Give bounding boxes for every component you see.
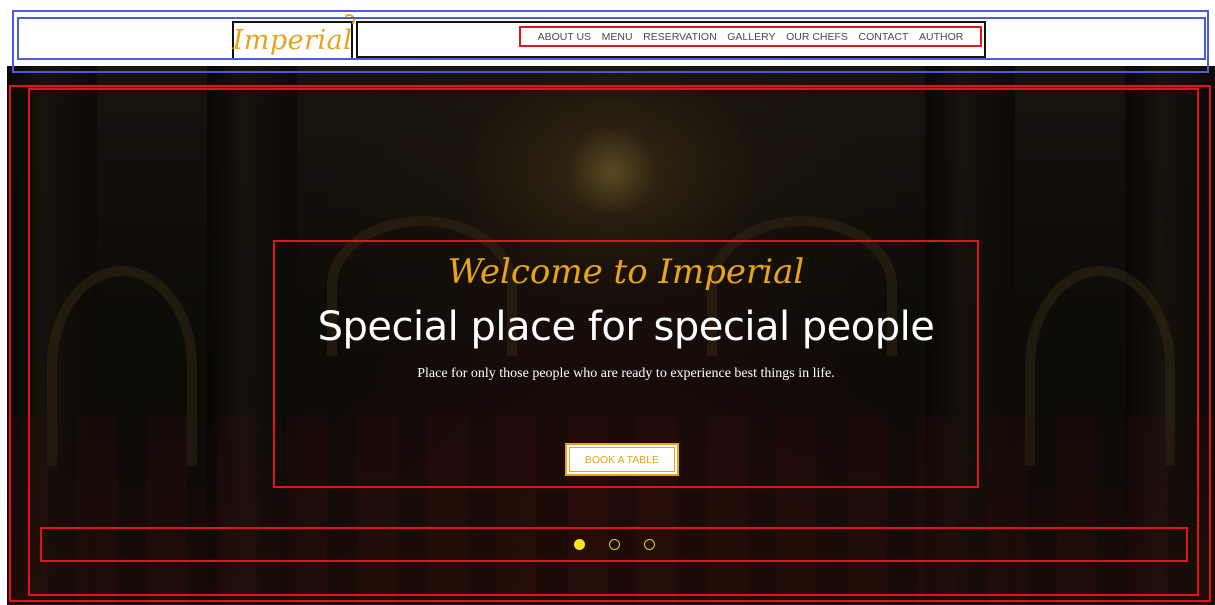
welcome-title: Welcome to Imperial [447,252,805,292]
hero-headline: Special place for special people [317,304,935,350]
carousel-indicators [40,527,1188,562]
hero-carousel: Welcome to Imperial Special place for sp… [7,66,1215,605]
logo-flourish-icon [343,14,355,26]
logo[interactable]: Imperial [232,21,353,60]
carousel-dot-2[interactable] [608,539,620,550]
book-a-table-button[interactable]: BOOK A TABLE [565,443,679,476]
nav-item-gallery[interactable]: GALLERY [727,31,775,43]
hero-subtitle: Place for only those people who are read… [417,366,835,381]
main-nav: ABOUT US MENU RESERVATION GALLERY OUR CH… [519,26,982,47]
nav-item-contact[interactable]: CONTACT [858,31,908,43]
nav-item-reservation[interactable]: RESERVATION [643,31,717,43]
nav-item-our-chefs[interactable]: OUR CHEFS [786,31,848,43]
nav-item-menu[interactable]: MENU [602,31,633,43]
carousel-dot-1[interactable] [573,539,585,550]
nav-item-author[interactable]: AUTHOR [919,31,963,43]
logo-text: Imperial [232,25,353,56]
carousel-dot-3[interactable] [643,539,655,550]
site-header: Imperial ABOUT US MENU RESERVATION GALLE… [0,0,1215,64]
hero-caption: Welcome to Imperial Special place for sp… [273,240,979,488]
nav-item-about-us[interactable]: ABOUT US [538,31,591,43]
